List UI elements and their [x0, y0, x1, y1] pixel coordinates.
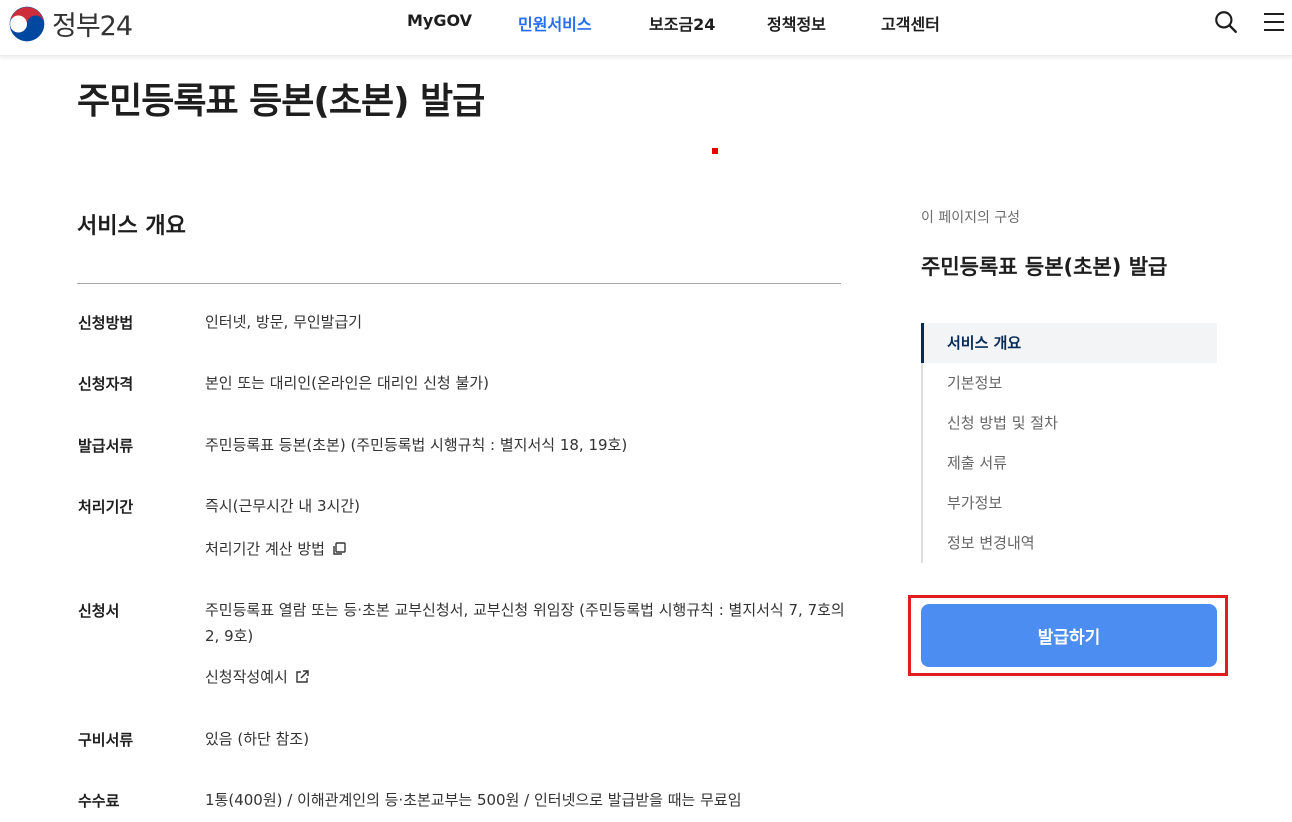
row-value-eligibility: 본인 또는 대리인(온라인은 대리인 신청 불가): [205, 374, 489, 392]
red-marker: [712, 148, 718, 154]
search-icon[interactable]: [1213, 9, 1239, 35]
row-value-application-form: 주민등록표 열람 또는 등·초본 교부신청서, 교부신청 위임장 (주민등록법 …: [205, 601, 845, 645]
toc-item-overview[interactable]: 서비스 개요: [921, 323, 1217, 363]
taegeuk-emblem-icon: [9, 6, 45, 41]
site-logo[interactable]: 정부24: [8, 4, 133, 43]
issue-button[interactable]: 발급하기: [921, 604, 1217, 667]
external-link-icon: [296, 669, 309, 683]
toc-item-extra-info[interactable]: 부가정보: [923, 483, 1217, 523]
processing-time-calc-link[interactable]: 처리기간 계산 방법: [205, 538, 347, 559]
row-label-fee: 수수료: [78, 792, 120, 810]
row-value-required-docs: 있음 (하단 참조): [205, 730, 310, 748]
copy-icon: [333, 541, 346, 555]
application-example-link[interactable]: 신청작성예시: [205, 666, 310, 687]
row-label-eligibility: 신청자격: [78, 375, 134, 393]
page-title: 주민등록표 등본(초본) 발급: [77, 81, 485, 122]
logo-text: 정부24: [52, 11, 133, 42]
application-example-label: 신청작성예시: [205, 668, 288, 686]
row-value-fee: 1통(400원) / 이해관계인의 등·초본교부는 500원 / 인터넷으로 발…: [205, 791, 742, 809]
row-label-application-form: 신청서: [78, 602, 120, 620]
row-label-processing-time: 처리기간: [78, 498, 134, 516]
site-header: 정부24 MyGOV 민원서비스 보조금24 정책정보 고객센터: [0, 0, 1292, 56]
section-title-overview: 서비스 개요: [77, 214, 186, 239]
toc-item-submit-docs[interactable]: 제출 서류: [923, 443, 1217, 483]
menu-icon[interactable]: [1263, 11, 1285, 33]
toc-item-change-history[interactable]: 정보 변경내역: [923, 523, 1217, 563]
global-nav: MyGOV 민원서비스 보조금24 정책정보 고객센터: [0, 0, 1292, 44]
row-value-method: 인터넷, 방문, 무인발급기: [205, 313, 363, 331]
nav-item-customer-center[interactable]: 고객센터: [881, 11, 940, 35]
processing-time-calc-label: 처리기간 계산 방법: [205, 540, 325, 558]
toc-item-procedure[interactable]: 신청 방법 및 절차: [923, 403, 1217, 443]
row-label-method: 신청방법: [78, 314, 134, 332]
aside-title: 주민등록표 등본(초본) 발급: [921, 255, 1168, 279]
section-divider: [77, 283, 841, 284]
row-label-required-docs: 구비서류: [78, 731, 134, 749]
toc-item-basic-info[interactable]: 기본정보: [923, 363, 1217, 403]
row-value-document: 주민등록표 등본(초본) (주민등록법 시행규칙 : 별지서식 18, 19호): [205, 436, 628, 454]
row-label-document: 발급서류: [78, 437, 134, 455]
row-value-processing-time: 즉시(근무시간 내 3시간): [205, 497, 360, 515]
nav-item-subsidy24[interactable]: 보조금24: [649, 11, 715, 35]
nav-item-civil-service[interactable]: 민원서비스: [518, 11, 592, 35]
aside-caption: 이 페이지의 구성: [921, 210, 1021, 226]
page-toc: 서비스 개요 기본정보 신청 방법 및 절차 제출 서류 부가정보 정보 변경내…: [921, 323, 1217, 563]
nav-item-mygov[interactable]: MyGOV: [407, 11, 472, 30]
nav-item-policy-info[interactable]: 정책정보: [767, 11, 826, 35]
